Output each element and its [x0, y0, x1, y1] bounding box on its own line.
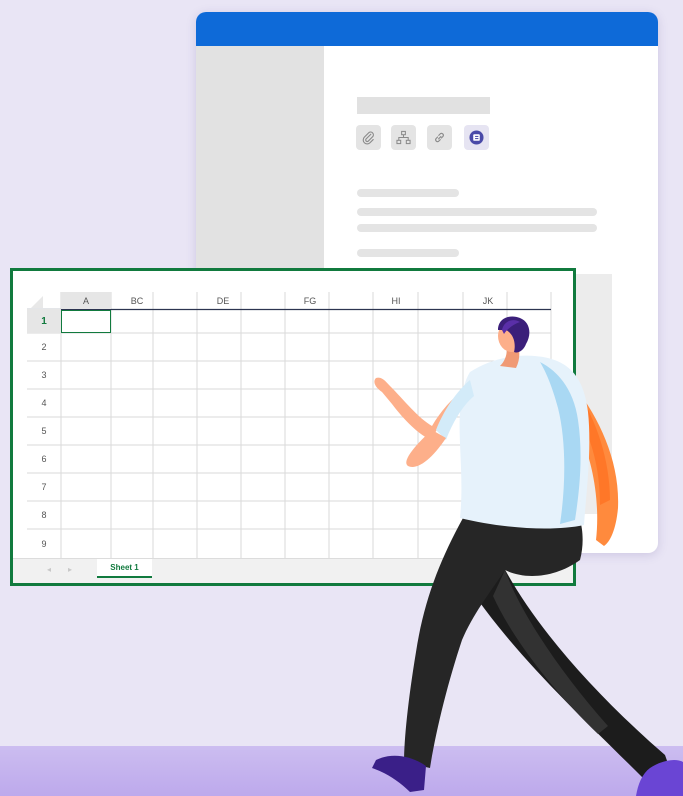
walking-person-illustration [372, 316, 683, 796]
